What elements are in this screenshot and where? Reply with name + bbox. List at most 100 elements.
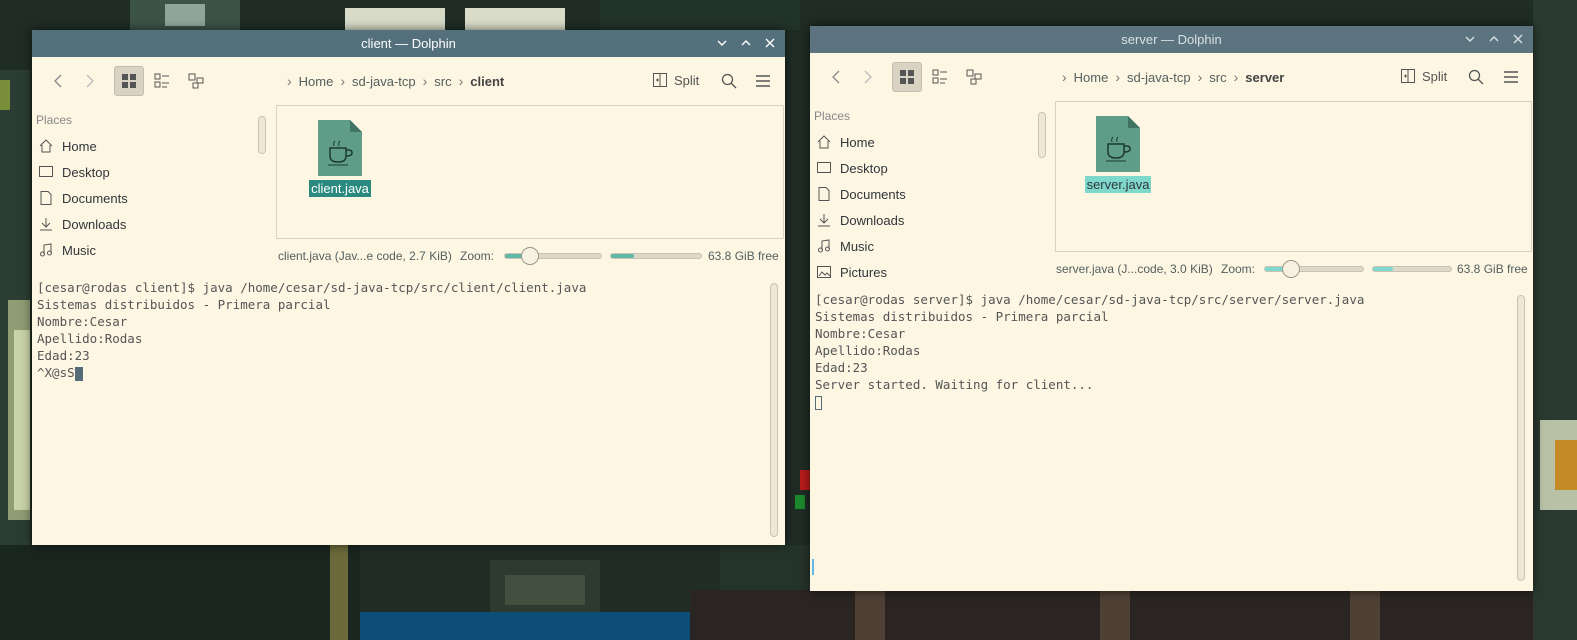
- places-header: Places: [36, 113, 73, 127]
- terminal-panel[interactable]: [cesar@rodas server]$ java /home/cesar/s…: [810, 289, 1533, 591]
- documents-icon: [40, 191, 52, 205]
- forward-icon[interactable]: [74, 66, 104, 96]
- crumb-current[interactable]: client: [470, 74, 504, 89]
- place-label: Desktop: [840, 160, 888, 176]
- crumb-current[interactable]: server: [1245, 70, 1284, 85]
- zoom-label: Zoom:: [460, 249, 495, 263]
- free-space-label: 63.8 GiB free: [1457, 262, 1528, 276]
- toolbar: › Home › sd-java-tcp › src › server Split: [810, 53, 1533, 101]
- desktop-icon: [39, 166, 53, 177]
- place-desktop[interactable]: Desktop: [32, 159, 252, 185]
- terminal-line: Nombre:Cesar: [815, 326, 906, 341]
- place-downloads[interactable]: Downloads: [810, 207, 1030, 233]
- file-item[interactable]: client.java: [305, 120, 375, 197]
- place-label: Documents: [62, 190, 128, 206]
- terminal-line: [cesar@rodas server]$ java /home/cesar/s…: [815, 292, 1365, 307]
- places-scrollbar[interactable]: [1038, 112, 1046, 158]
- zoom-slider[interactable]: [504, 253, 602, 259]
- window-title: server — Dolphin: [1121, 32, 1222, 47]
- free-space-label: 63.8 GiB free: [708, 249, 779, 263]
- home-icon: [817, 135, 831, 149]
- back-icon[interactable]: [822, 62, 852, 92]
- terminal-line: Edad:23: [37, 348, 90, 363]
- minimize-icon[interactable]: [1461, 30, 1479, 48]
- dolphin-window-client: client — Dolphin › Home › sd-java-tcp › src…: [32, 30, 785, 545]
- title-bar[interactable]: server — Dolphin: [810, 26, 1533, 53]
- documents-icon: [818, 187, 830, 201]
- terminal-line: ^X@sS: [37, 365, 75, 380]
- terminal-focus-marker: [812, 559, 814, 575]
- crumb-src[interactable]: src: [434, 74, 451, 89]
- compact-view-icon[interactable]: [925, 62, 955, 92]
- file-item[interactable]: server.java: [1083, 116, 1153, 193]
- split-button[interactable]: Split: [652, 67, 699, 93]
- terminal-cursor: [815, 395, 822, 410]
- place-documents[interactable]: Documents: [32, 185, 252, 211]
- menu-icon[interactable]: [1496, 62, 1526, 92]
- terminal-scrollbar[interactable]: [1517, 295, 1525, 581]
- place-downloads[interactable]: Downloads: [32, 211, 252, 237]
- crumb-sd-java-tcp[interactable]: sd-java-tcp: [352, 74, 416, 89]
- terminal-line: Apellido:Rodas: [815, 343, 921, 358]
- forward-icon[interactable]: [852, 62, 882, 92]
- downloads-icon: [818, 214, 830, 227]
- icons-view-icon[interactable]: [892, 62, 922, 92]
- breadcrumb: › Home › sd-java-tcp › src › client: [287, 73, 505, 89]
- compact-view-icon[interactable]: [147, 66, 177, 96]
- crumb-home[interactable]: Home: [299, 74, 334, 89]
- minimize-icon[interactable]: [713, 34, 731, 52]
- status-bar: server.java (J...code, 3.0 KiB) Zoom: 63…: [810, 255, 1533, 283]
- terminal-line: Apellido:Rodas: [37, 331, 143, 346]
- place-documents[interactable]: Documents: [810, 181, 1030, 207]
- details-view-icon[interactable]: [181, 66, 211, 96]
- zoom-slider-handle[interactable]: [521, 247, 540, 265]
- close-icon[interactable]: [1509, 30, 1527, 48]
- back-icon[interactable]: [44, 66, 74, 96]
- split-icon: [1401, 69, 1415, 83]
- terminal-line: Server started. Waiting for client...: [815, 377, 1094, 392]
- window-title: client — Dolphin: [361, 36, 456, 51]
- java-file-icon: [1096, 116, 1140, 172]
- details-view-icon[interactable]: [959, 62, 989, 92]
- free-space-bar: [610, 253, 702, 259]
- places-header: Places: [814, 109, 851, 123]
- menu-icon[interactable]: [748, 66, 778, 96]
- search-icon[interactable]: [1461, 62, 1491, 92]
- zoom-slider-handle[interactable]: [1282, 260, 1300, 278]
- maximize-icon[interactable]: [1485, 30, 1503, 48]
- file-view[interactable]: client.java: [276, 105, 784, 239]
- file-name: server.java: [1084, 176, 1152, 193]
- icons-view-icon[interactable]: [114, 66, 144, 96]
- place-desktop[interactable]: Desktop: [810, 155, 1030, 181]
- places-scrollbar[interactable]: [258, 116, 266, 154]
- java-file-icon: [318, 120, 362, 176]
- crumb-home[interactable]: Home: [1074, 70, 1109, 85]
- split-button[interactable]: Split: [1400, 63, 1447, 89]
- place-label: Home: [62, 138, 97, 154]
- crumb-sd-java-tcp[interactable]: sd-java-tcp: [1127, 70, 1191, 85]
- status-text: client.java (Jav...e code, 2.7 KiB): [278, 249, 452, 263]
- toolbar: › Home › sd-java-tcp › src › client Split: [32, 57, 785, 105]
- place-label: Documents: [840, 186, 906, 202]
- home-icon: [39, 139, 53, 153]
- place-label: Music: [840, 238, 874, 254]
- breadcrumb: › Home › sd-java-tcp › src › server: [1062, 69, 1285, 85]
- title-bar[interactable]: client — Dolphin: [32, 30, 785, 57]
- terminal-panel[interactable]: [cesar@rodas client]$ java /home/cesar/s…: [32, 277, 785, 545]
- split-label: Split: [674, 72, 700, 88]
- close-icon[interactable]: [761, 34, 779, 52]
- maximize-icon[interactable]: [737, 34, 755, 52]
- file-view[interactable]: server.java: [1055, 101, 1532, 252]
- terminal-line: [cesar@rodas client]$ java /home/cesar/s…: [37, 280, 587, 295]
- place-home[interactable]: Home: [32, 133, 252, 159]
- crumb-src[interactable]: src: [1209, 70, 1226, 85]
- zoom-slider[interactable]: [1264, 266, 1364, 272]
- downloads-icon: [40, 218, 52, 231]
- terminal-scrollbar[interactable]: [770, 283, 778, 537]
- place-home[interactable]: Home: [810, 129, 1030, 155]
- free-space-bar: [1372, 266, 1452, 272]
- zoom-label: Zoom:: [1221, 262, 1256, 276]
- place-label: Home: [840, 134, 875, 150]
- split-label: Split: [1422, 68, 1448, 84]
- search-icon[interactable]: [714, 66, 744, 96]
